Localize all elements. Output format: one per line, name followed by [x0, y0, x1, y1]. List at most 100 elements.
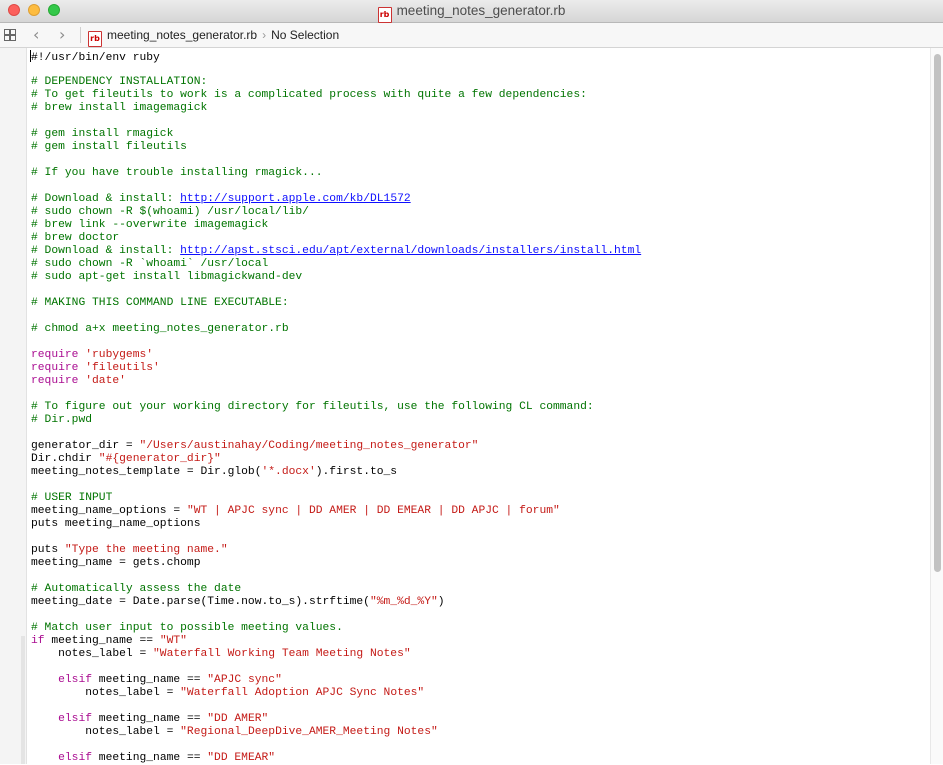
code-line[interactable]: require 'rubygems' [31, 349, 921, 362]
code-line[interactable]: require 'fileutils' [31, 362, 921, 375]
code-line[interactable] [31, 427, 921, 440]
code-token: # sudo chown -R $(whoami) /usr/local/lib… [31, 206, 309, 218]
code-line[interactable] [31, 700, 921, 713]
code-line[interactable] [31, 284, 921, 297]
code-line[interactable]: meeting_notes_template = Dir.glob('*.doc… [31, 466, 921, 479]
code-line[interactable]: puts meeting_name_options [31, 518, 921, 531]
code-line[interactable] [31, 310, 921, 323]
code-line[interactable]: # Download & install: http://support.app… [31, 193, 921, 206]
code-line[interactable]: # sudo chown -R $(whoami) /usr/local/lib… [31, 206, 921, 219]
code-line[interactable]: notes_label = "Waterfall Working Team Me… [31, 648, 921, 661]
title-bar: rb meeting_notes_generator.rb [0, 0, 943, 23]
code-token: require [31, 375, 79, 387]
code-line[interactable]: # MAKING THIS COMMAND LINE EXECUTABLE: [31, 297, 921, 310]
breadcrumb-file[interactable]: meeting_notes_generator.rb [107, 28, 257, 42]
code-token: notes_label = [31, 648, 154, 660]
code-line[interactable]: meeting_name_options = "WT | APJC sync |… [31, 505, 921, 518]
code-line[interactable]: # Match user input to possible meeting v… [31, 622, 921, 635]
code-line[interactable]: generator_dir = "/Users/austinahay/Codin… [31, 440, 921, 453]
code-line[interactable]: # chmod a+x meeting_notes_generator.rb [31, 323, 921, 336]
code-token: ) [437, 596, 445, 608]
code-line[interactable]: meeting_name = gets.chomp [31, 557, 921, 570]
code-line[interactable]: # sudo apt-get install libmagickwand-dev [31, 271, 921, 284]
editor-gutter[interactable] [0, 48, 27, 764]
code-token: meeting_name_options = [31, 505, 187, 517]
related-items-grid-icon[interactable] [4, 29, 16, 41]
code-line[interactable]: # DEPENDENCY INSTALLATION: [31, 76, 921, 89]
code-line[interactable] [31, 63, 921, 76]
code-line[interactable] [31, 661, 921, 674]
code-line[interactable]: if meeting_name == "WT" [31, 635, 921, 648]
code-line[interactable] [31, 154, 921, 167]
code-line[interactable]: elsif meeting_name == "DD EMEAR" [31, 752, 921, 765]
code-token: 'fileutils' [85, 362, 160, 374]
back-chevron-icon[interactable]: ‹ [33, 25, 39, 44]
code-line[interactable] [31, 479, 921, 492]
code-line[interactable]: Dir.chdir "#{generator_dir}" [31, 453, 921, 466]
code-line[interactable]: puts "Type the meeting name." [31, 544, 921, 557]
code-line[interactable]: # Dir.pwd [31, 414, 921, 427]
code-token: require [31, 349, 79, 361]
code-line[interactable] [31, 739, 921, 752]
code-line[interactable]: # USER INPUT [31, 492, 921, 505]
breadcrumb-selection[interactable]: No Selection [271, 28, 339, 42]
code-token: # chmod a+x meeting_notes_generator.rb [31, 323, 289, 335]
code-line[interactable]: # To get fileutils to work is a complica… [31, 89, 921, 102]
ruby-file-icon: rb [88, 31, 102, 47]
code-link[interactable]: http://apst.stsci.edu/apt/external/downl… [180, 245, 641, 257]
code-line[interactable]: # brew doctor [31, 232, 921, 245]
code-token: "%m_%d_%Y" [369, 596, 438, 608]
code-token: require [31, 362, 79, 374]
code-line[interactable] [31, 180, 921, 193]
code-line[interactable] [31, 115, 921, 128]
code-line[interactable]: notes_label = "Regional_DeepDive_AMER_Me… [31, 726, 921, 739]
code-line[interactable]: elsif meeting_name == "APJC sync" [31, 674, 921, 687]
code-token: puts meeting_name_options [31, 518, 201, 530]
code-token: "Waterfall Working Team Meeting Notes" [153, 648, 411, 660]
code-line[interactable]: # Download & install: http://apst.stsci.… [31, 245, 921, 258]
vertical-scrollbar[interactable] [930, 48, 943, 764]
code-token: # sudo chown -R `whoami` /usr/local [31, 258, 269, 270]
code-line[interactable]: require 'date' [31, 375, 921, 388]
scrollbar-thumb[interactable] [934, 54, 941, 572]
code-line[interactable]: # Automatically assess the date [31, 583, 921, 596]
code-token: "DD EMEAR" [207, 752, 276, 764]
code-line[interactable]: # If you have trouble installing rmagick… [31, 167, 921, 180]
code-token: # Match user input to possible meeting v… [31, 622, 343, 634]
forward-chevron-icon[interactable]: › [59, 25, 65, 44]
code-line[interactable]: elsif meeting_name == "DD AMER" [31, 713, 921, 726]
code-line[interactable]: # gem install fileutils [31, 141, 921, 154]
code-token: Dir.chdir [31, 453, 99, 465]
ruby-file-icon: rb [377, 7, 392, 23]
window-title-area: rb meeting_notes_generator.rb [0, 3, 943, 23]
code-token: meeting_name == [92, 752, 208, 764]
code-token: elsif [58, 713, 93, 725]
code-token: # If you have trouble installing rmagick… [31, 167, 323, 179]
code-token: meeting_notes_template = Dir.glob( [31, 466, 262, 478]
code-line[interactable] [31, 531, 921, 544]
code-token: # MAKING THIS COMMAND LINE EXECUTABLE: [31, 297, 289, 309]
code-token: ).first.to_s [315, 466, 398, 478]
code-line[interactable] [31, 336, 921, 349]
code-line[interactable]: # brew link --overwrite imagemagick [31, 219, 921, 232]
code-line[interactable] [31, 388, 921, 401]
breadcrumb: rb meeting_notes_generator.rb › No Selectio… [88, 28, 339, 47]
code-link[interactable]: http://support.apple.com/kb/DL1572 [180, 193, 411, 205]
code-line[interactable]: # sudo chown -R `whoami` /usr/local [31, 258, 921, 271]
code-line[interactable]: # gem install rmagick [31, 128, 921, 141]
code-line[interactable] [31, 570, 921, 583]
code-line[interactable] [31, 609, 921, 622]
code-line[interactable]: meeting_date = Date.parse(Time.now.to_s)… [31, 596, 921, 609]
code-line[interactable]: # To figure out your working directory f… [31, 401, 921, 414]
code-line[interactable]: # brew install imagemagick [31, 102, 921, 115]
code-token: '*.docx' [261, 466, 316, 478]
code-token: # gem install rmagick [31, 128, 174, 140]
code-token: "Type the meeting name." [64, 544, 228, 556]
source-editor[interactable]: #!/usr/bin/env ruby # DEPENDENCY INSTALLA… [30, 50, 921, 765]
code-token: elsif [58, 752, 93, 764]
code-line[interactable]: #!/usr/bin/env ruby [30, 50, 921, 64]
code-token: # Automatically assess the date [31, 583, 242, 595]
code-line[interactable]: notes_label = "Waterfall Adoption APJC S… [31, 687, 921, 700]
code-token: "/Users/austinahay/Coding/meeting_notes_… [139, 440, 479, 452]
